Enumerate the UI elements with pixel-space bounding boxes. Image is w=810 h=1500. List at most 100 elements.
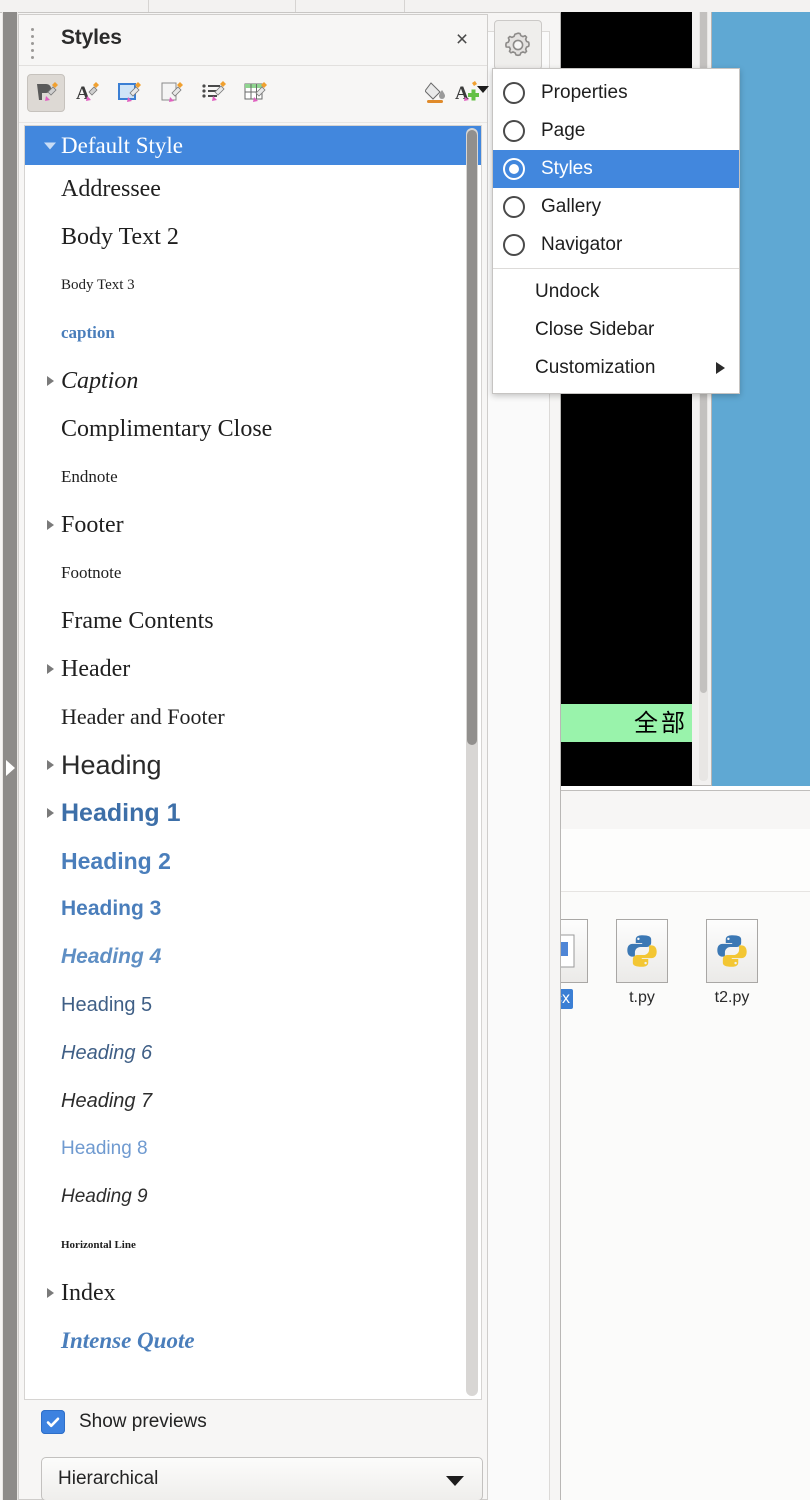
context-menu-item-label: Gallery	[541, 196, 602, 217]
radio-button-icon[interactable]	[503, 82, 525, 104]
style-list-item-label: Footer	[61, 511, 124, 538]
file-manager-window: cx t.py t2.py	[536, 790, 810, 1500]
style-list-item-label: Heading 5	[61, 993, 153, 1016]
toolbar-separator	[404, 0, 405, 12]
new-style-from-selection-button[interactable]: A	[449, 74, 487, 112]
style-list-item[interactable]: Endnote	[25, 453, 481, 501]
context-menu-item[interactable]: Properties	[493, 74, 739, 112]
file-manager-item-grid: cx t.py t2.py	[536, 901, 810, 1101]
styles-toolbar: A A	[19, 66, 489, 123]
context-menu-item[interactable]: Styles	[493, 150, 739, 188]
sidebar-settings-button[interactable]	[494, 20, 542, 70]
close-icon[interactable]: ×	[449, 27, 475, 53]
radio-button-icon[interactable]	[503, 234, 525, 256]
style-list-item-label: Header	[61, 655, 131, 682]
svg-text:A: A	[455, 83, 469, 104]
style-filter-value: Hierarchical	[58, 1468, 159, 1489]
character-styles-button[interactable]: A	[69, 74, 107, 112]
style-list-item[interactable]: Footer	[25, 501, 481, 549]
style-list-item[interactable]: Heading 1	[25, 789, 481, 837]
context-menu-item-label: Undock	[535, 281, 600, 302]
chevron-down-icon[interactable]	[477, 86, 489, 93]
style-list-item-label: Heading 2	[61, 847, 171, 874]
style-list-item-label: Footnote	[61, 563, 122, 582]
style-list-item[interactable]: Heading 7	[25, 1077, 481, 1125]
toolbar-separator	[295, 0, 296, 12]
context-menu-item[interactable]: Page	[493, 112, 739, 150]
style-list-item[interactable]: Heading 5	[25, 981, 481, 1029]
toolbar-separator	[148, 0, 149, 12]
radio-button-icon[interactable]	[503, 196, 525, 218]
style-list-item-label: Body Text 3	[61, 276, 135, 293]
radio-button-icon[interactable]	[503, 120, 525, 142]
show-previews-checkbox[interactable]	[41, 1410, 65, 1434]
style-list-item[interactable]: Index	[25, 1269, 481, 1317]
file-item-label: t2.py	[714, 989, 750, 1006]
file-manager-pathbar	[552, 829, 810, 892]
style-list-item[interactable]: Caption	[25, 357, 481, 405]
style-list-scrollbar-thumb[interactable]	[467, 130, 477, 745]
chevron-down-icon	[446, 1476, 464, 1486]
style-list-item[interactable]: Complimentary Close	[25, 405, 481, 453]
style-list-scrollbar[interactable]	[466, 128, 478, 1396]
file-manager-toolbar	[552, 791, 810, 830]
style-list-item-label: Complimentary Close	[61, 415, 273, 442]
styles-sidebar-deck: Styles × A A Default Style Addressee Bod…	[18, 14, 489, 1500]
style-list-item-label: Header and Footer	[61, 704, 225, 729]
style-filter-dropdown[interactable]: Hierarchical	[41, 1457, 483, 1500]
style-list-item-label: caption	[61, 323, 115, 342]
style-list-item-label: Heading 9	[61, 1186, 148, 1207]
show-previews-label: Show previews	[79, 1411, 207, 1432]
table-styles-button[interactable]	[237, 74, 275, 112]
style-list-item[interactable]: Default Style	[25, 126, 481, 165]
file-item-2[interactable]: t2.py	[694, 919, 770, 1007]
style-list-item[interactable]: Horizontal Line	[25, 1221, 481, 1269]
radio-button-icon[interactable]	[503, 158, 525, 180]
style-list-item[interactable]: Frame Contents	[25, 597, 481, 645]
style-list-item[interactable]: Intense Quote	[25, 1317, 481, 1365]
style-list-item-label: Heading 8	[61, 1138, 148, 1159]
style-list-item-label: Heading 6	[61, 1041, 153, 1064]
style-list-item-label: Body Text 2	[61, 223, 179, 250]
top-toolbar-strip	[0, 0, 810, 12]
context-menu-item[interactable]: Customization	[493, 349, 739, 387]
context-menu-item[interactable]: Close Sidebar	[493, 311, 739, 349]
style-list-item-label: Heading 1	[61, 798, 181, 827]
style-list-item[interactable]: Heading 8	[25, 1125, 481, 1173]
style-list-item[interactable]: Footnote	[25, 549, 481, 597]
style-list-item[interactable]: Heading 3	[25, 885, 481, 933]
style-list-item[interactable]: Header	[25, 645, 481, 693]
page-title: Styles	[61, 26, 122, 49]
style-list-item[interactable]: Heading 4	[25, 933, 481, 981]
style-list-item[interactable]: Heading 2	[25, 837, 481, 885]
python-file-icon	[706, 919, 758, 983]
style-list-item[interactable]: Header and Footer	[25, 693, 481, 741]
file-item-1[interactable]: t.py	[604, 919, 680, 1007]
style-list-item[interactable]: Heading 9	[25, 1173, 481, 1221]
style-list-item-label: Heading 4	[61, 945, 162, 968]
paragraph-styles-button[interactable]	[27, 74, 65, 112]
style-list-item[interactable]: Body Text 3	[25, 261, 481, 309]
style-list[interactable]: Default Style Addressee Body Text 2 Body Te…	[24, 125, 482, 1400]
context-menu-item[interactable]: Gallery	[493, 188, 739, 226]
style-list-item[interactable]: caption	[25, 309, 481, 357]
menu-separator	[493, 268, 739, 269]
style-list-item[interactable]: Body Text 2	[25, 213, 481, 261]
style-list-item[interactable]: Heading 6	[25, 1029, 481, 1077]
drag-handle-dots-icon[interactable]	[31, 28, 35, 59]
style-list-item-label: Frame Contents	[61, 607, 214, 634]
style-list-item-label: Intense Quote	[61, 1328, 195, 1353]
list-styles-button[interactable]	[195, 74, 233, 112]
style-list-item[interactable]: Addressee	[25, 165, 481, 213]
sidebar-hide-grip[interactable]	[2, 12, 18, 1500]
page-styles-button[interactable]	[153, 74, 191, 112]
context-menu-item[interactable]: Navigator	[493, 226, 739, 264]
terminal-highlight-text: 全部	[554, 704, 692, 742]
frame-styles-button[interactable]	[111, 74, 149, 112]
style-list-item[interactable]: Heading	[25, 741, 481, 789]
context-menu-item[interactable]: Undock	[493, 273, 739, 311]
style-list-item-label: Heading 3	[61, 897, 162, 920]
show-previews-row[interactable]: Show previews	[41, 1410, 207, 1434]
style-list-item-label: Heading	[61, 749, 162, 780]
gear-icon	[505, 32, 530, 57]
